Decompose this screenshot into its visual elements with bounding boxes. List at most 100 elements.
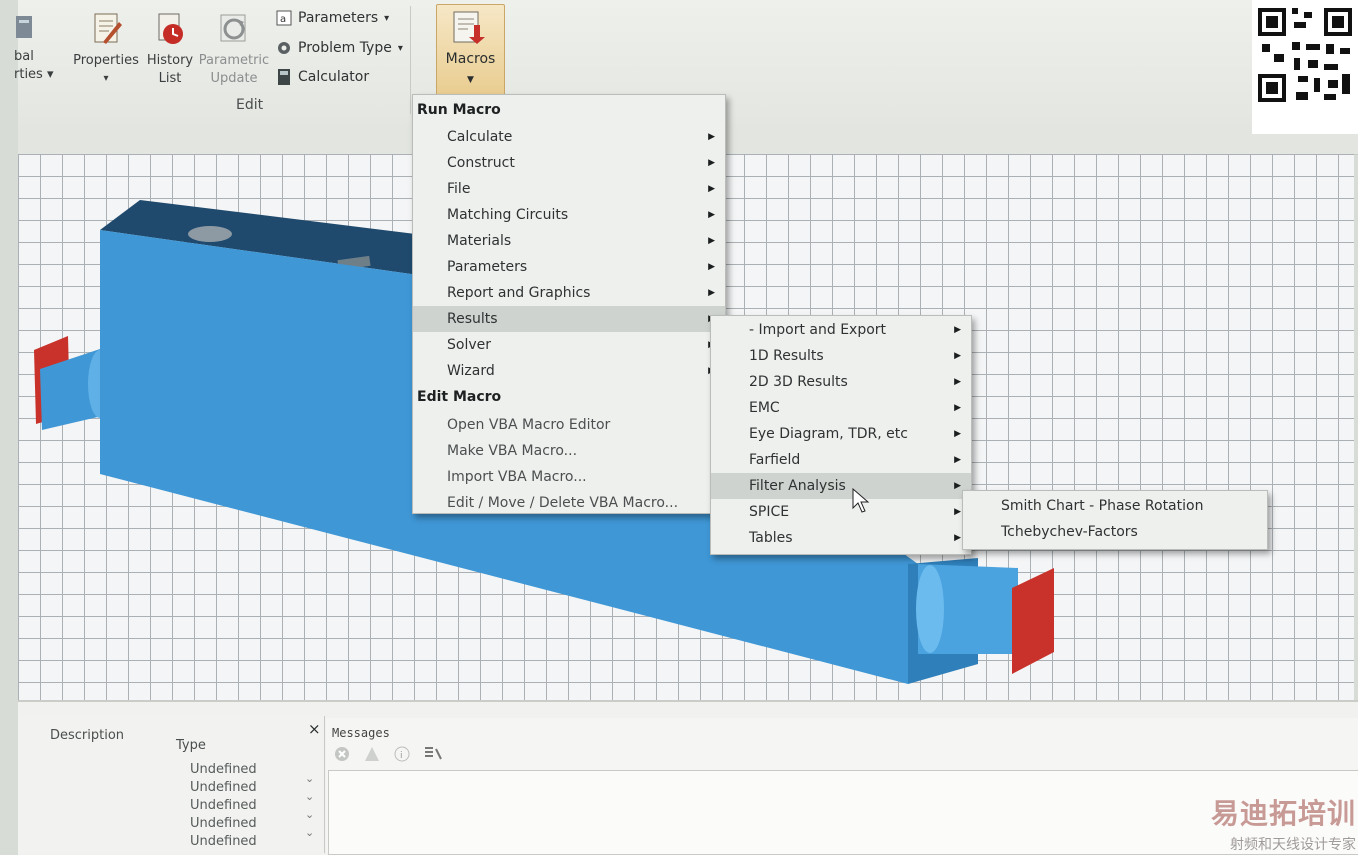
messages-toolbar: i bbox=[334, 746, 442, 766]
type-cell[interactable]: Undefined bbox=[190, 816, 257, 831]
submenu-arrow-icon: ▶ bbox=[708, 210, 715, 220]
global-properties-button[interactable]: bal rties ▾ bbox=[14, 12, 54, 84]
macros-icon bbox=[452, 11, 488, 49]
watermark-title: 易迪拓培训 bbox=[1210, 797, 1356, 830]
submenu-item-spice[interactable]: SPICE ▶ bbox=[711, 499, 971, 525]
global-properties-label-2: rties bbox=[14, 67, 43, 82]
warning-filter-icon[interactable] bbox=[364, 746, 380, 766]
parametric-update-button[interactable]: Parametric Update bbox=[196, 12, 272, 88]
parameter-list-panel: Description Type × Undefined Undefined U… bbox=[18, 716, 325, 853]
error-filter-icon[interactable] bbox=[334, 746, 350, 766]
properties-icon bbox=[89, 12, 123, 46]
problem-type-dropdown-arrow[interactable]: ▾ bbox=[398, 43, 403, 54]
submenu-item-tchebychev-factors[interactable]: Tchebychev-Factors bbox=[963, 519, 1267, 545]
right-port bbox=[1012, 568, 1054, 674]
submenu-arrow-icon: ▶ bbox=[708, 184, 715, 194]
menu-item-results[interactable]: Results▶ bbox=[413, 306, 725, 332]
submenu-item-farfield[interactable]: Farfield ▶ bbox=[711, 447, 971, 473]
parametric-label-1: Parametric bbox=[198, 53, 270, 68]
submenu-arrow-icon: ▶ bbox=[708, 288, 715, 298]
parameters-label: Parameters bbox=[298, 10, 379, 26]
type-column-header[interactable]: Type bbox=[176, 738, 206, 753]
macros-menu: Run Macro Calculate ▶ Construct ▶ File ▶ Ma… bbox=[412, 94, 726, 514]
submenu-arrow-icon: ▶ bbox=[954, 351, 961, 361]
close-panel-button[interactable]: × bbox=[308, 720, 321, 738]
clear-messages-icon[interactable] bbox=[424, 746, 442, 766]
global-properties-icon bbox=[14, 12, 36, 42]
watermark-subtitle: 射频和天线设计专家 bbox=[1230, 837, 1356, 853]
submenu-item-smith-chart-phase-rotation[interactable]: Smith Chart - Phase Rotation bbox=[963, 493, 1267, 519]
run-macro-header: Run Macro bbox=[417, 102, 501, 118]
menu-item-parameters[interactable]: Parameters ▶ bbox=[413, 254, 725, 280]
chevron-down-icon[interactable]: ⌄ bbox=[305, 826, 314, 839]
global-properties-label-1: bal bbox=[14, 49, 34, 64]
macros-label: Macros bbox=[445, 51, 496, 67]
menu-item-solver[interactable]: Solver▶ bbox=[413, 332, 725, 358]
parameters-button[interactable]: a Parameters ▾ bbox=[276, 10, 389, 26]
type-cell[interactable]: Undefined bbox=[190, 780, 257, 795]
submenu-arrow-icon: ▶ bbox=[954, 455, 961, 465]
menu-item-calculate[interactable]: Calculate ▶ bbox=[413, 124, 725, 150]
properties-label: Properties bbox=[73, 53, 139, 68]
messages-title: Messages bbox=[332, 726, 390, 740]
parametric-label-2: Update bbox=[210, 71, 258, 86]
submenu-item-emc[interactable]: EMC ▶ bbox=[711, 395, 971, 421]
calculator-button[interactable]: Calculator bbox=[276, 69, 369, 85]
submenu-arrow-icon: ▶ bbox=[954, 481, 961, 491]
edit-macro-header: Edit Macro bbox=[417, 389, 502, 405]
history-list-button[interactable]: History List bbox=[142, 12, 198, 88]
menu-item-report-and-graphics[interactable]: Report and Graphics ▶ bbox=[413, 280, 725, 306]
properties-dropdown-arrow[interactable]: ▾ bbox=[72, 70, 140, 88]
history-list-icon bbox=[153, 12, 187, 46]
calculator-icon bbox=[276, 69, 292, 85]
macros-button[interactable]: Macros ▼ bbox=[436, 4, 505, 98]
menu-item-import-vba-macro[interactable]: Import VBA Macro... bbox=[413, 464, 725, 490]
properties-button[interactable]: Properties ▾ bbox=[72, 12, 140, 88]
menu-item-make-vba-macro[interactable]: Make VBA Macro... bbox=[413, 438, 725, 464]
submenu-item-filter-analysis[interactable]: Filter Analysis ▶ bbox=[711, 473, 971, 499]
menu-item-edit-move-delete-vba-macro[interactable]: Edit / Move / Delete VBA Macro... bbox=[413, 490, 725, 516]
calculator-label: Calculator bbox=[298, 69, 370, 85]
submenu-item-eye-diagram[interactable]: Eye Diagram, TDR, etc ▶ bbox=[711, 421, 971, 447]
menu-item-open-vba-editor[interactable]: Open VBA Macro Editor bbox=[413, 412, 725, 438]
submenu-arrow-icon: ▶ bbox=[954, 429, 961, 439]
submenu-arrow-icon: ▶ bbox=[954, 533, 961, 543]
type-cell[interactable]: Undefined bbox=[190, 798, 257, 813]
filter-analysis-submenu: Smith Chart - Phase Rotation Tchebychev-… bbox=[962, 490, 1268, 550]
menu-item-matching-circuits[interactable]: Matching Circuits ▶ bbox=[413, 202, 725, 228]
parameters-dropdown-arrow[interactable]: ▾ bbox=[384, 13, 389, 24]
chevron-down-icon[interactable]: ⌄ bbox=[305, 790, 314, 803]
submenu-arrow-icon: ▶ bbox=[708, 236, 715, 246]
submenu-item-1d-results[interactable]: 1D Results ▶ bbox=[711, 343, 971, 369]
description-column-header[interactable]: Description bbox=[50, 728, 124, 743]
type-cell[interactable]: Undefined bbox=[190, 834, 257, 849]
chevron-down-icon[interactable]: ⌄ bbox=[305, 808, 314, 821]
problem-type-label: Problem Type bbox=[298, 40, 392, 56]
parameters-icon: a bbox=[276, 10, 292, 26]
history-label-1: History bbox=[146, 53, 194, 68]
submenu-arrow-icon: ▶ bbox=[954, 325, 961, 335]
type-cell[interactable]: Undefined bbox=[190, 762, 257, 777]
submenu-arrow-icon: ▶ bbox=[954, 377, 961, 387]
menu-item-file[interactable]: File ▶ bbox=[413, 176, 725, 202]
menu-item-wizard[interactable]: Wizard▶ bbox=[413, 358, 725, 384]
submenu-arrow-icon: ▶ bbox=[708, 262, 715, 272]
submenu-arrow-icon: ▶ bbox=[708, 158, 715, 168]
menu-item-construct[interactable]: Construct ▶ bbox=[413, 150, 725, 176]
macros-dropdown-arrow: ▼ bbox=[467, 75, 474, 85]
edit-group-label: Edit bbox=[236, 97, 264, 113]
chevron-down-icon[interactable]: ⌄ bbox=[305, 772, 314, 785]
info-filter-icon[interactable]: i bbox=[394, 746, 410, 766]
submenu-arrow-icon: ▶ bbox=[954, 507, 961, 517]
menu-item-materials[interactable]: Materials ▶ bbox=[413, 228, 725, 254]
qr-code bbox=[1252, 0, 1358, 134]
svg-text:a: a bbox=[280, 14, 286, 25]
submenu-item-2d-3d-results[interactable]: 2D 3D Results ▶ bbox=[711, 369, 971, 395]
group-divider bbox=[410, 6, 411, 114]
submenu-item-import-and-export[interactable]: - Import and Export ▶ bbox=[711, 317, 971, 343]
watermark: 易迪拓培训 射频和天线设计专家 bbox=[1196, 792, 1356, 854]
mouse-cursor-icon bbox=[852, 487, 870, 518]
submenu-item-tables[interactable]: Tables ▶ bbox=[711, 525, 971, 551]
gear-icon bbox=[276, 40, 292, 56]
problem-type-button[interactable]: Problem Type ▾ bbox=[276, 40, 403, 56]
